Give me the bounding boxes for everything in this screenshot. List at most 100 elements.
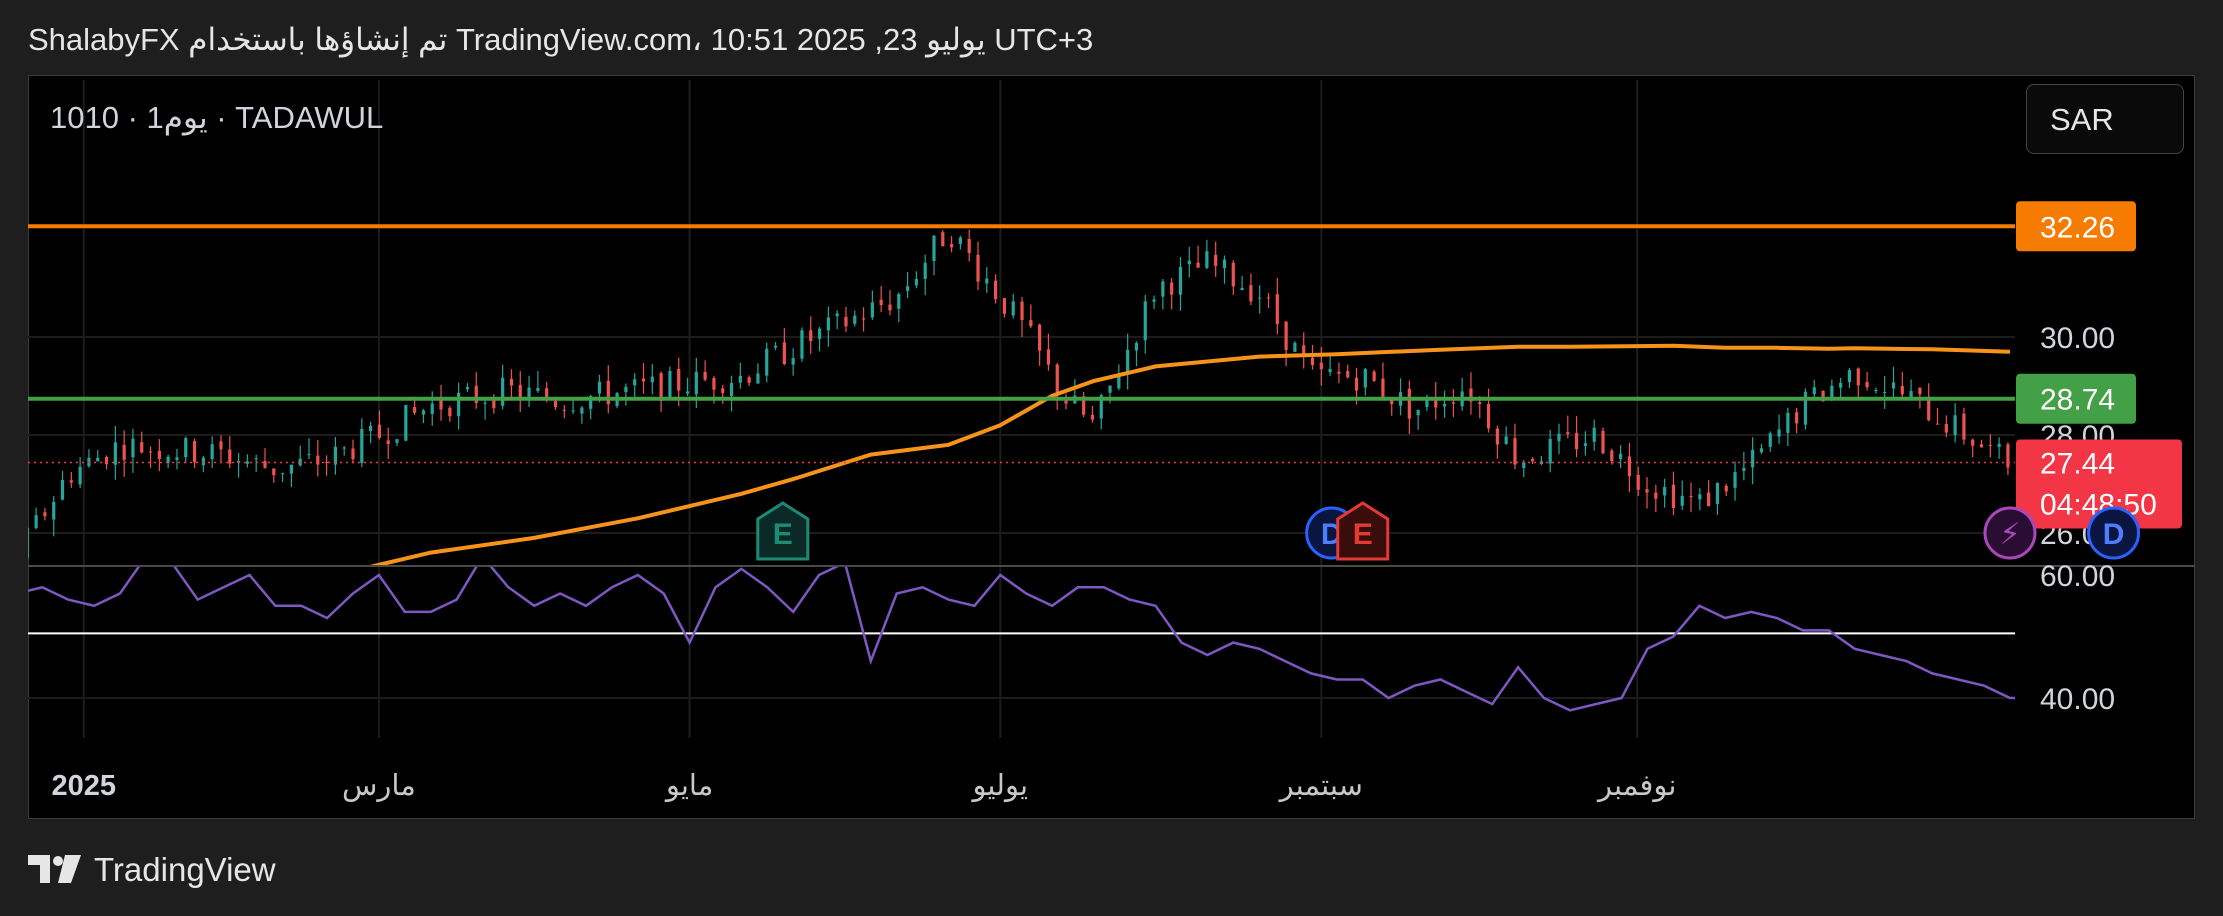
candle: [395, 438, 399, 447]
candle-body: [624, 386, 628, 393]
candle: [307, 438, 311, 460]
candle-body: [457, 392, 461, 417]
candle: [765, 342, 769, 383]
candle: [245, 454, 249, 468]
candle-body: [712, 378, 716, 390]
candle-body: [1055, 364, 1059, 395]
event-markers: EEDE⚡DE: [756, 501, 2141, 561]
candle-body: [1416, 409, 1420, 416]
candle: [448, 405, 452, 422]
candle: [272, 468, 276, 483]
candle: [1407, 380, 1411, 435]
candle: [201, 455, 205, 473]
candle: [703, 360, 707, 382]
candle: [932, 235, 936, 276]
candle-body: [1874, 390, 1878, 392]
tradingview-logo[interactable]: TradingView: [28, 848, 276, 892]
candle: [1707, 480, 1711, 507]
candle-body: [1486, 403, 1491, 429]
candle: [641, 363, 646, 394]
candle-body: [1038, 324, 1042, 351]
candle: [1874, 387, 1878, 394]
candle: [562, 405, 566, 419]
candle: [1469, 372, 1473, 415]
candle-body: [34, 515, 38, 528]
candle-body: [1328, 369, 1332, 373]
candle-body: [184, 437, 188, 458]
candle-body: [509, 378, 514, 386]
candle-body: [113, 442, 117, 465]
candle-body: [1372, 371, 1376, 381]
candle-body: [562, 409, 566, 411]
candle-body: [1636, 475, 1640, 490]
candle-body: [1707, 492, 1711, 507]
candle: [1381, 362, 1385, 400]
candle: [1548, 429, 1552, 473]
candle-body: [1134, 343, 1139, 351]
candle-body: [1759, 448, 1764, 453]
candle: [52, 495, 56, 537]
candle-body: [677, 368, 681, 391]
candle-body: [1478, 402, 1482, 404]
candle-body: [844, 316, 848, 327]
candle: [1310, 344, 1315, 370]
candle-body: [1971, 439, 1975, 446]
rsi-axis: 60.00 40.00: [2040, 560, 2115, 716]
candle: [175, 448, 179, 470]
candle-body: [386, 440, 390, 445]
candle: [923, 254, 927, 296]
candle: [333, 437, 338, 475]
price-chart-canvas[interactable]: سبتمبرنوفمبر2025مارسمايويوليوسبتمبرنوفمب…: [0, 0, 2223, 916]
candle-body: [351, 448, 355, 460]
event-marker-⚡: ⚡: [1983, 506, 2037, 560]
candle-body: [826, 317, 830, 331]
candle-body: [773, 345, 778, 348]
candle-body: [1222, 259, 1227, 269]
candle-body: [1196, 262, 1200, 268]
candle: [791, 348, 795, 376]
candle: [1178, 257, 1183, 311]
candle: [1883, 375, 1887, 409]
candle: [1187, 246, 1191, 278]
candle-body: [192, 441, 197, 463]
candle: [1900, 371, 1904, 398]
candle-body: [1310, 357, 1315, 366]
candle-body: [1909, 390, 1913, 398]
candle: [17, 550, 20, 560]
candle-body: [1724, 485, 1728, 492]
candle-body: [1803, 391, 1808, 425]
currency-button[interactable]: SAR: [2026, 84, 2184, 154]
time-axis-label: نوفمبر: [1596, 770, 1676, 802]
candle: [60, 470, 65, 501]
candle: [1909, 379, 1913, 400]
candle-body: [342, 447, 346, 449]
candle: [994, 274, 998, 304]
candle: [254, 454, 258, 472]
time-axis-label: مارس: [342, 770, 416, 802]
candle-body: [914, 278, 918, 286]
candle-body: [994, 280, 998, 300]
price-tag-label: 32.26: [2040, 211, 2115, 244]
candle-body: [1346, 370, 1350, 378]
symbol-legend[interactable]: 1010 · 1يوم · TADAWUL: [50, 100, 383, 136]
candle-body: [703, 371, 707, 380]
candle: [527, 375, 531, 407]
candle: [1143, 294, 1147, 354]
candle-body: [421, 410, 426, 415]
candle-body: [1891, 382, 1896, 389]
rsi-axis-label: 60.00: [2040, 560, 2115, 593]
candle-body: [1786, 412, 1790, 433]
candle: [1214, 241, 1218, 277]
candle: [1170, 278, 1174, 310]
candle: [1266, 293, 1271, 308]
candle: [879, 286, 883, 313]
candle: [1275, 277, 1279, 335]
candle: [8, 543, 11, 567]
candle: [1293, 341, 1297, 353]
candle: [1795, 407, 1799, 434]
candle-body: [738, 375, 742, 383]
candle: [1363, 367, 1367, 396]
candle-body: [413, 407, 417, 413]
candle-body: [140, 442, 144, 453]
candle: [298, 445, 302, 467]
